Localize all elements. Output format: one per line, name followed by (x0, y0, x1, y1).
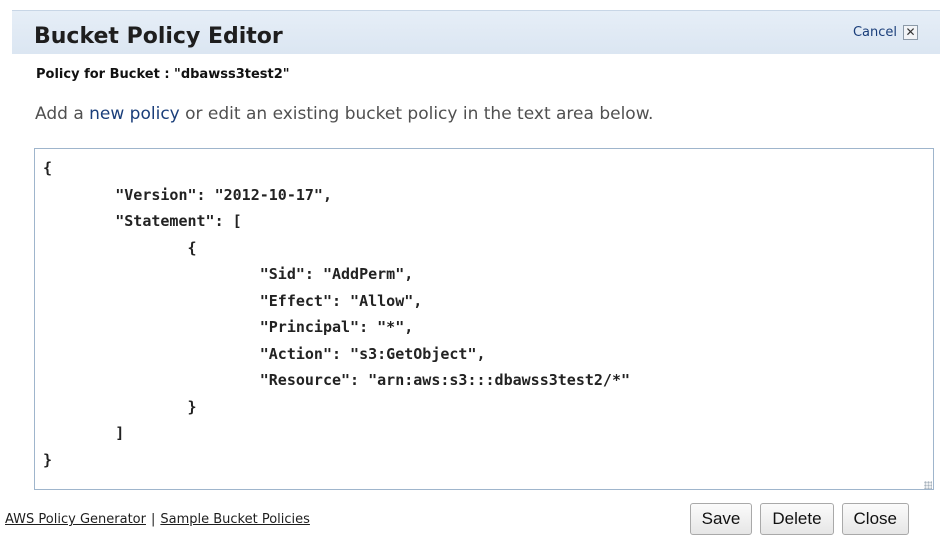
save-button[interactable]: Save (689, 503, 753, 535)
footer-links: AWS Policy Generator | Sample Bucket Pol… (5, 512, 310, 527)
cancel-button[interactable]: Cancel ✕ (853, 25, 918, 40)
instructions-prefix: Add a (35, 104, 90, 124)
cancel-label[interactable]: Cancel (853, 25, 897, 40)
dialog-titlebar: Bucket Policy Editor Cancel ✕ (12, 10, 940, 54)
resize-grip-icon[interactable] (924, 481, 932, 489)
bucket-policy-editor-dialog: Bucket Policy Editor Cancel ✕ Policy for… (0, 0, 950, 546)
delete-button[interactable]: Delete (760, 503, 834, 535)
new-policy-link[interactable]: new policy (89, 104, 180, 124)
aws-policy-generator-link[interactable]: AWS Policy Generator (5, 512, 146, 527)
policy-textarea[interactable]: { "Version": "2012-10-17", "Statement": … (34, 148, 934, 490)
dialog-buttons: Save Delete Close (689, 503, 909, 535)
dialog-title: Bucket Policy Editor (34, 24, 283, 49)
close-icon[interactable]: ✕ (903, 25, 918, 40)
instructions-suffix: or edit an existing bucket policy in the… (179, 104, 654, 124)
policy-bucket-label: Policy for Bucket : "dbawss3test2" (36, 67, 290, 82)
sample-bucket-policies-link[interactable]: Sample Bucket Policies (160, 512, 310, 527)
close-button[interactable]: Close (841, 503, 909, 535)
instructions-text: Add a new policy or edit an existing buc… (35, 104, 653, 124)
footer-separator: | (150, 512, 156, 527)
